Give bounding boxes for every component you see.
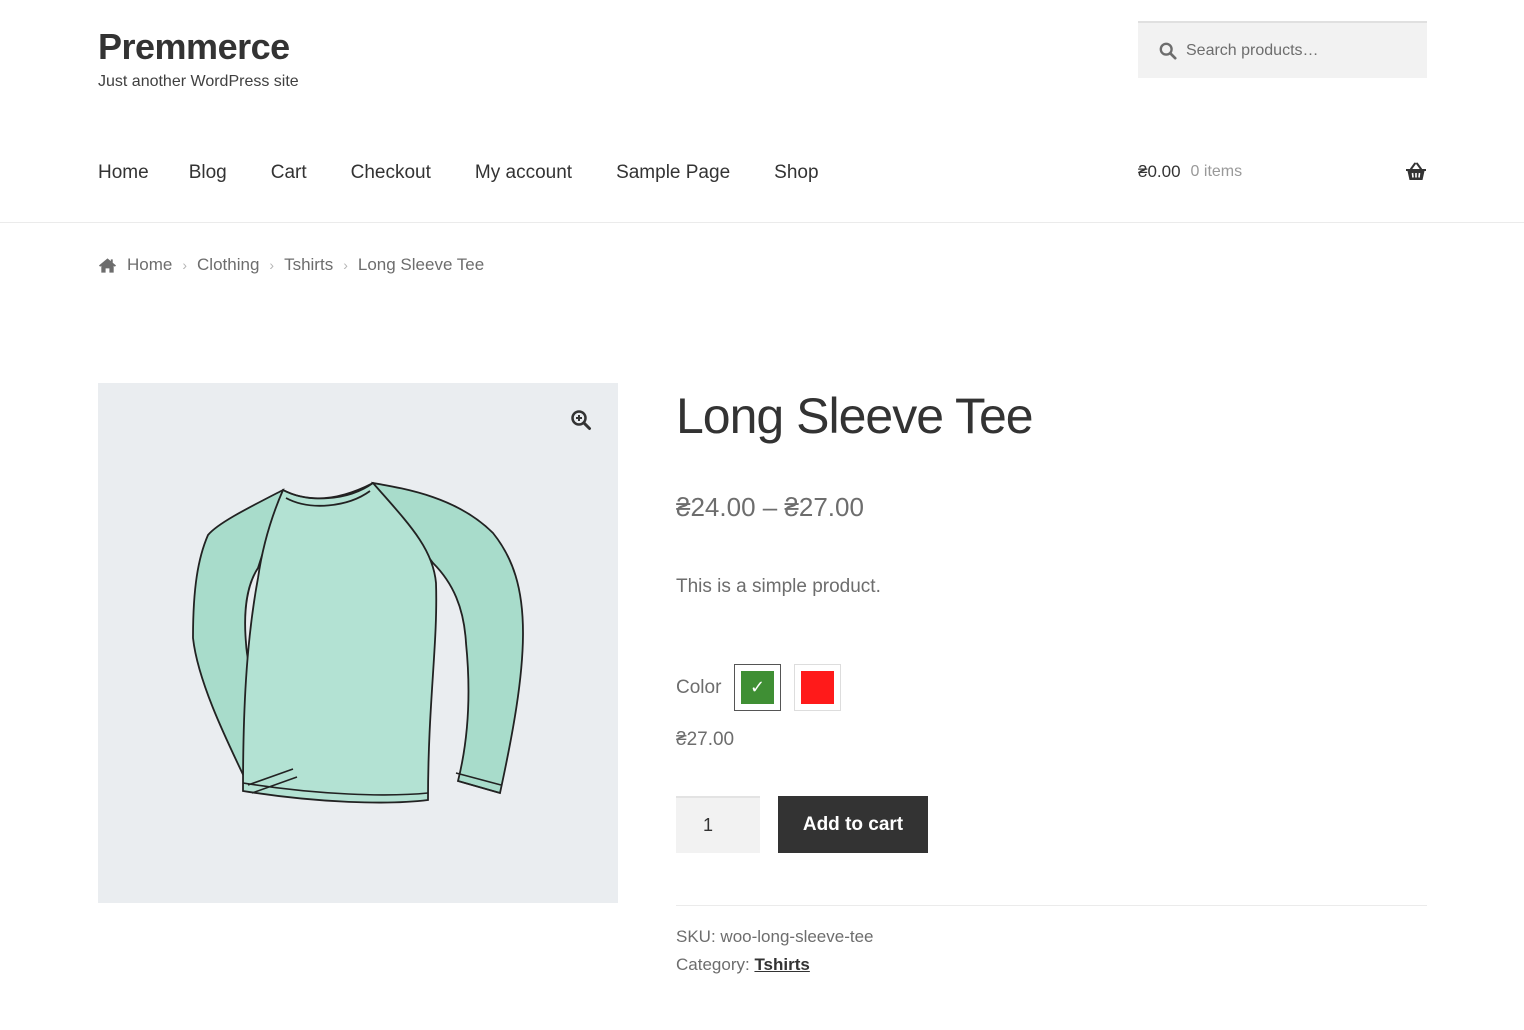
home-icon [98, 257, 117, 273]
primary-navigation: Home Blog Cart Checkout My account Sampl… [98, 162, 819, 184]
basket-icon[interactable] [1405, 162, 1427, 182]
nav-item-cart[interactable]: Cart [271, 162, 307, 184]
breadcrumb-separator: › [343, 257, 348, 273]
color-attribute: Color ✓ [676, 664, 854, 711]
zoom-icon[interactable] [570, 409, 592, 431]
product-category: Category: Tshirts [676, 955, 810, 975]
nav-item-home[interactable]: Home [98, 162, 149, 184]
product-gallery[interactable] [98, 383, 618, 903]
shirt-body [242, 481, 438, 804]
breadcrumb: Home › Clothing › Tshirts › Long Sleeve … [98, 255, 484, 275]
sku-label: SKU: [676, 927, 716, 946]
color-label: Color [676, 676, 722, 698]
meta-divider [676, 905, 1427, 906]
cart-amount: ₴0.00 [1138, 162, 1181, 181]
sku-value: woo-long-sleeve-tee [720, 927, 874, 946]
swatch-red[interactable] [794, 664, 841, 711]
category-label: Category: [676, 955, 750, 974]
mini-cart[interactable]: ₴0.00 0 items [1138, 162, 1427, 182]
quantity-input[interactable] [676, 796, 760, 853]
nav-item-shop[interactable]: Shop [774, 162, 818, 184]
cart-count: 0 items [1190, 163, 1243, 180]
price-range: ₴24.00 – ₴27.00 [676, 492, 864, 522]
product-image [192, 481, 524, 804]
product-short-description: This is a simple product. [676, 576, 881, 597]
search-form [1138, 21, 1427, 78]
category-link[interactable]: Tshirts [754, 955, 809, 974]
breadcrumb-clothing[interactable]: Clothing [197, 255, 259, 275]
add-to-cart-button[interactable]: Add to cart [778, 796, 928, 853]
nav-item-my-account[interactable]: My account [475, 162, 572, 184]
swatch-green[interactable]: ✓ [734, 664, 781, 711]
breadcrumb-tshirts[interactable]: Tshirts [284, 255, 333, 275]
swatch-green-fill: ✓ [741, 671, 774, 704]
nav-item-sample-page[interactable]: Sample Page [616, 162, 730, 184]
variation-price: ₴27.00 [676, 729, 735, 750]
breadcrumb-current: Long Sleeve Tee [357, 255, 485, 274]
breadcrumb-separator: › [269, 257, 275, 273]
header-divider [0, 222, 1524, 223]
nav-item-blog[interactable]: Blog [189, 162, 227, 184]
search-input[interactable] [1186, 41, 1406, 60]
nav-item-checkout[interactable]: Checkout [351, 162, 431, 184]
product-sku: SKU: woo-long-sleeve-tee [676, 927, 874, 947]
swatch-red-fill [801, 671, 834, 704]
site-description: Just another WordPress site [98, 73, 299, 90]
breadcrumb-home[interactable]: Home [127, 255, 172, 275]
search-icon [1159, 42, 1177, 60]
breadcrumb-separator: › [182, 257, 188, 273]
product-title: Long Sleeve Tee [676, 388, 1034, 444]
site-title[interactable]: Premmerce [98, 26, 290, 68]
